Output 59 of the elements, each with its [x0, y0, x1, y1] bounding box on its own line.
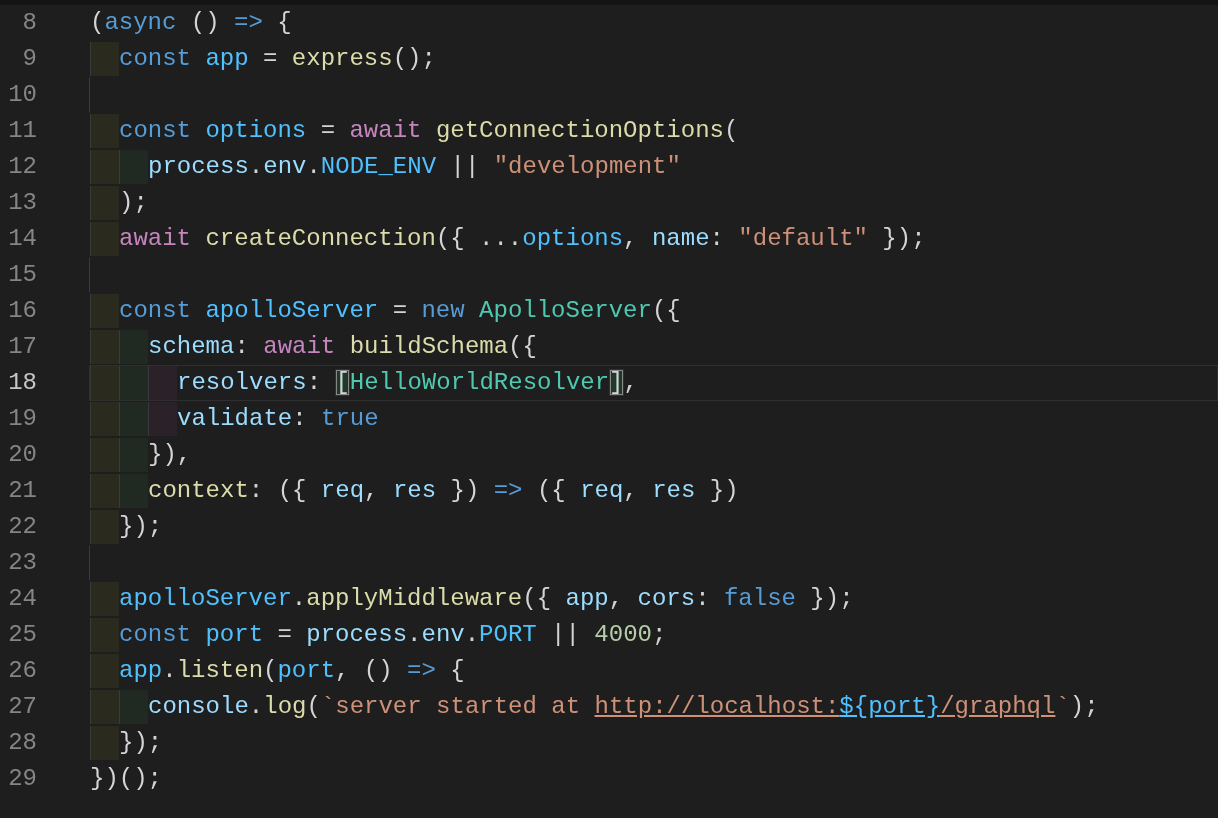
indent-guide: [90, 294, 119, 328]
line-number: 23: [7, 548, 37, 578]
line-number: 8: [21, 8, 37, 38]
indent-guide: [90, 618, 119, 652]
indent-guide: [90, 474, 119, 508]
code-line: process.env.NODE_ENV || "development": [148, 152, 681, 182]
line-number: 22: [7, 512, 37, 542]
code-line: app.listen(port, () => {: [119, 656, 465, 686]
line-number: 24: [7, 584, 37, 614]
code-line: await createConnection({ ...options, name: "default" });: [119, 224, 926, 254]
line-number: 12: [7, 152, 37, 182]
code-line: context: ({ req, res }) => ({ req, res }): [148, 476, 739, 506]
code-line: resolvers: [HelloWorldResolver],: [177, 368, 638, 398]
line-number: 26: [7, 656, 37, 686]
line-number: 28: [7, 728, 37, 758]
code-line: apolloServer.applyMiddleware({ app, cors: false });: [119, 584, 854, 614]
line-number: 29: [7, 764, 37, 794]
code-line: const app = express();: [119, 44, 436, 74]
indent-guide: [90, 150, 119, 184]
indent-guide: [90, 582, 119, 616]
line-number: 18: [7, 368, 37, 398]
code-line: );: [119, 188, 148, 218]
line-number: 27: [7, 692, 37, 722]
line-number: 14: [7, 224, 37, 254]
line-number: 10: [7, 80, 37, 110]
indent-guide: [90, 222, 119, 256]
code-line: });: [119, 728, 163, 758]
code-line: console.log(`server started at http://localhost:${port}/graphql`);: [148, 692, 1099, 722]
indent-guide: [90, 726, 119, 760]
line-number: 15: [7, 260, 37, 290]
code-line: (async () => {: [90, 8, 292, 38]
line-number: 25: [7, 620, 37, 650]
code-line: const options = await getConnectionOptions(: [119, 116, 739, 146]
indent-guide: [119, 690, 148, 724]
indent-guide: [119, 150, 148, 184]
line-number: 16: [7, 296, 37, 326]
indent-guide: [90, 510, 119, 544]
indent-guide: [90, 186, 119, 220]
line-number: 13: [7, 188, 37, 218]
indent-guide: [119, 474, 148, 508]
code-line: })();: [90, 764, 162, 794]
line-number: 19: [7, 404, 37, 434]
line-number: 20: [7, 440, 37, 470]
indent-guide: [90, 42, 119, 76]
code-line: schema: await buildSchema({: [148, 332, 537, 362]
code-line: validate: true: [177, 404, 379, 434]
line-number: 21: [7, 476, 37, 506]
indent-guide: [90, 654, 119, 688]
line-number: 9: [21, 44, 37, 74]
code-line: });: [119, 512, 163, 542]
line-number: 17: [7, 332, 37, 362]
line-number: 11: [7, 116, 37, 146]
code-line: const apolloServer = new ApolloServer({: [119, 296, 681, 326]
code-line: }),: [148, 440, 192, 470]
indent-guide: [119, 438, 148, 472]
indent-guide: [90, 438, 119, 472]
indent-guide: [90, 114, 119, 148]
code-line: const port = process.env.PORT || 4000;: [119, 620, 667, 650]
indent-guide: [90, 690, 119, 724]
